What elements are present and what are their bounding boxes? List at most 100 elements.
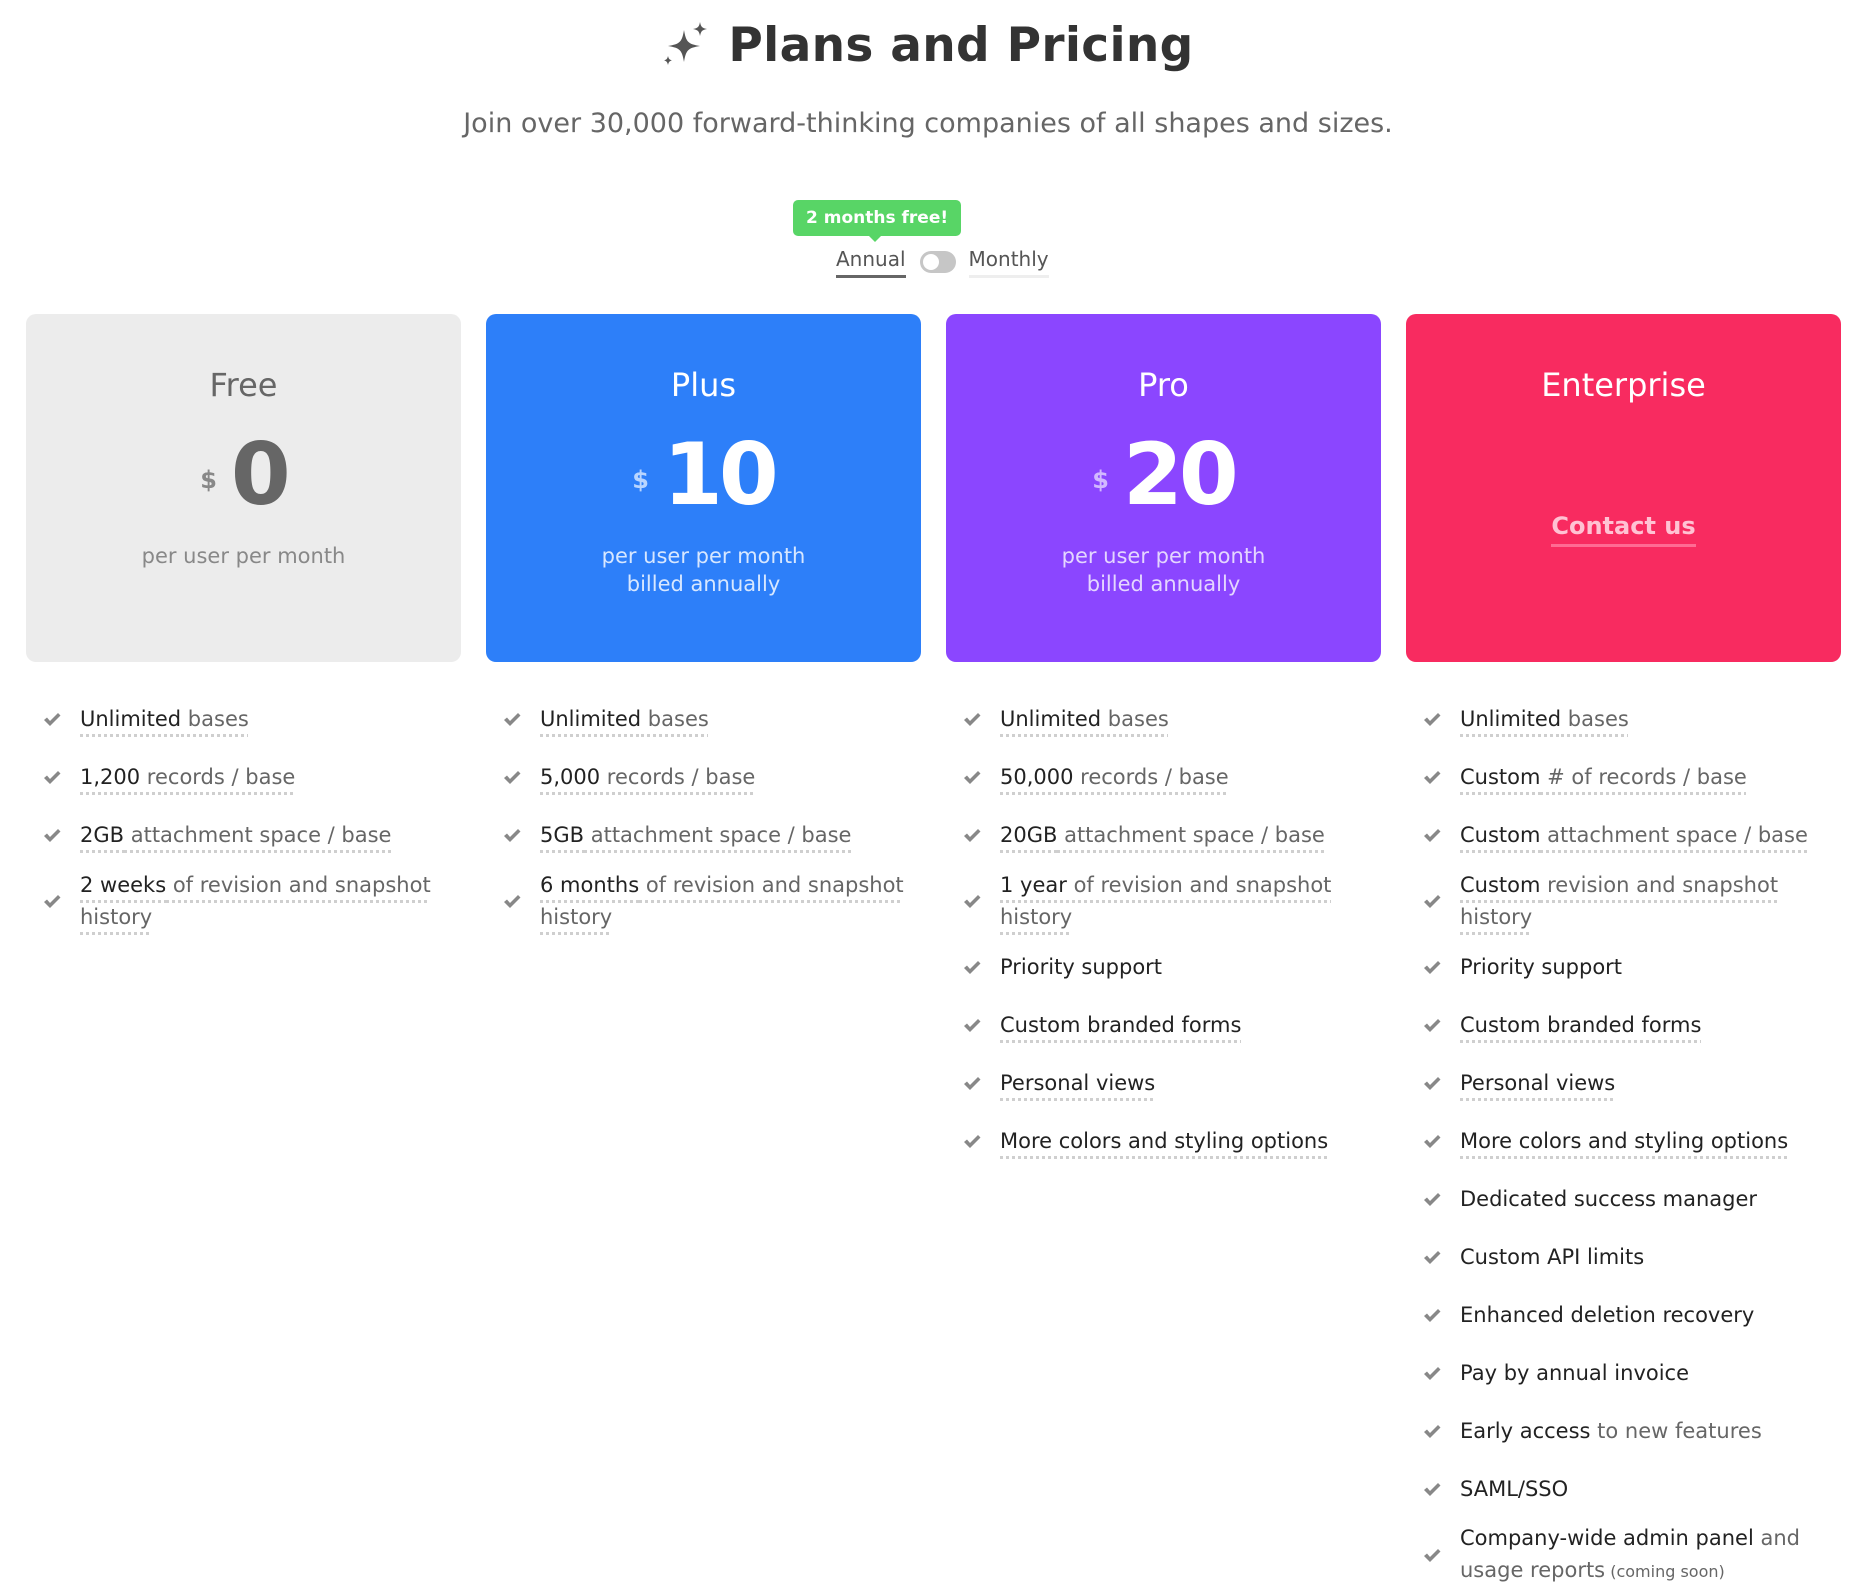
checkmark-icon bbox=[1422, 1073, 1442, 1093]
feature-detail: # of records / base bbox=[1540, 765, 1747, 789]
plan-card-plus: Plus $ 10 per user per month billed annu… bbox=[486, 314, 921, 662]
feature-text[interactable]: More colors and styling options bbox=[1460, 1125, 1788, 1157]
feature-highlight: Personal views bbox=[1460, 1071, 1616, 1095]
feature-item: 6 months of revision and snapshot histor… bbox=[486, 864, 921, 938]
checkmark-icon bbox=[502, 891, 522, 911]
feature-text[interactable]: 2GB attachment space / base bbox=[80, 819, 391, 851]
feature-detail: attachment space / base bbox=[584, 823, 852, 847]
checkmark-icon bbox=[502, 825, 522, 845]
feature-item: SAML/SSO bbox=[1406, 1460, 1841, 1518]
feature-highlight: Company-wide admin panel bbox=[1460, 1526, 1754, 1550]
feature-highlight: SAML/SSO bbox=[1460, 1477, 1569, 1501]
feature-highlight: Priority support bbox=[1460, 955, 1623, 979]
checkmark-icon bbox=[1422, 1421, 1442, 1441]
plan-card-free: Free $ 0 per user per month bbox=[26, 314, 461, 662]
checkmark-icon bbox=[1422, 1363, 1442, 1383]
plan-name: Pro bbox=[1138, 366, 1189, 404]
feature-detail: records / base bbox=[140, 765, 296, 789]
feature-item: 20GB attachment space / base bbox=[946, 806, 1381, 864]
feature-text[interactable]: 20GB attachment space / base bbox=[1000, 819, 1325, 851]
price-note-line: billed annually bbox=[1086, 572, 1241, 596]
feature-detail: bases bbox=[1101, 707, 1169, 731]
price: $ 10 bbox=[486, 432, 921, 518]
checkmark-icon bbox=[962, 891, 982, 911]
feature-item: Unlimited bases bbox=[946, 690, 1381, 748]
feature-text[interactable]: Unlimited bases bbox=[540, 703, 709, 735]
feature-highlight: Personal views bbox=[1000, 1071, 1156, 1095]
feature-text[interactable]: 2 weeks of revision and snapshot history bbox=[80, 869, 461, 933]
contact-wrapper: Contact us bbox=[1406, 512, 1841, 547]
checkmark-icon bbox=[1422, 767, 1442, 787]
feature-text: Priority support bbox=[1460, 951, 1622, 983]
feature-item: Priority support bbox=[1406, 938, 1841, 996]
feature-text[interactable]: 6 months of revision and snapshot histor… bbox=[540, 869, 921, 933]
feature-text[interactable]: Custom attachment space / base bbox=[1460, 819, 1808, 851]
feature-text[interactable]: Unlimited bases bbox=[80, 703, 249, 735]
feature-text[interactable]: Unlimited bases bbox=[1460, 703, 1629, 735]
feature-item: 1,200 records / base bbox=[26, 748, 461, 806]
feature-highlight: Custom bbox=[1460, 873, 1541, 897]
billing-period-toggle[interactable] bbox=[919, 251, 956, 273]
feature-highlight: 5,000 bbox=[540, 765, 601, 789]
feature-text[interactable]: 50,000 records / base bbox=[1000, 761, 1229, 793]
feature-text: Dedicated success manager bbox=[1460, 1183, 1757, 1215]
feature-text[interactable]: 1 year of revision and snapshot history bbox=[1000, 869, 1381, 933]
price: $ 0 bbox=[26, 432, 461, 518]
feature-text[interactable]: Custom branded forms bbox=[1460, 1009, 1701, 1041]
checkmark-icon bbox=[1422, 1131, 1442, 1151]
price-note-line: per user per month bbox=[601, 544, 806, 568]
checkmark-icon bbox=[42, 767, 62, 787]
feature-highlight: 6 months bbox=[540, 873, 640, 897]
checkmark-icon bbox=[962, 957, 982, 977]
feature-text[interactable]: Unlimited bases bbox=[1000, 703, 1169, 735]
feature-item: More colors and styling options bbox=[1406, 1112, 1841, 1170]
sparkles-icon bbox=[664, 22, 708, 65]
plan-name: Enterprise bbox=[1541, 366, 1706, 404]
feature-highlight: Priority support bbox=[1000, 955, 1163, 979]
feature-text[interactable]: Personal views bbox=[1460, 1067, 1615, 1099]
feature-item: Pay by annual invoice bbox=[1406, 1344, 1841, 1402]
checkmark-icon bbox=[502, 709, 522, 729]
feature-text[interactable]: Personal views bbox=[1000, 1067, 1155, 1099]
plan-card-pro: Pro $ 20 per user per month billed annua… bbox=[946, 314, 1381, 662]
feature-text[interactable]: 5GB attachment space / base bbox=[540, 819, 851, 851]
checkmark-icon bbox=[962, 767, 982, 787]
feature-text[interactable]: Custom branded forms bbox=[1000, 1009, 1241, 1041]
currency-symbol: $ bbox=[1092, 466, 1109, 494]
feature-list-enterprise: Unlimited bases Custom # of records / bas… bbox=[1406, 690, 1841, 1584]
feature-detail: bases bbox=[1561, 707, 1629, 731]
checkmark-icon bbox=[1422, 957, 1442, 977]
feature-highlight: Unlimited bbox=[80, 707, 182, 731]
feature-text: Priority support bbox=[1000, 951, 1162, 983]
feature-highlight: Unlimited bbox=[1460, 707, 1562, 731]
feature-item: Priority support bbox=[946, 938, 1381, 996]
feature-text[interactable]: Custom revision and snapshot history bbox=[1460, 869, 1841, 933]
feature-text[interactable]: Custom # of records / base bbox=[1460, 761, 1747, 793]
feature-text[interactable]: 1,200 records / base bbox=[80, 761, 295, 793]
feature-highlight: 50,000 bbox=[1000, 765, 1074, 789]
feature-item: Dedicated success manager bbox=[1406, 1170, 1841, 1228]
price-note-line: billed annually bbox=[626, 572, 781, 596]
page-subtitle: Join over 30,000 forward-thinking compan… bbox=[463, 108, 1393, 139]
price-note-line: per user per month bbox=[1061, 544, 1266, 568]
billing-annual-option[interactable]: Annual bbox=[836, 247, 906, 278]
title-row: Plans and Pricing bbox=[0, 14, 1856, 76]
feature-text[interactable]: More colors and styling options bbox=[1000, 1125, 1328, 1157]
billing-monthly-option[interactable]: Monthly bbox=[968, 247, 1049, 278]
discount-badge: 2 months free! bbox=[793, 200, 962, 242]
price-note: per user per month billed annually bbox=[946, 542, 1381, 598]
page-header: Plans and Pricing Join over 30,000 forwa… bbox=[0, 14, 1856, 140]
feature-item: Unlimited bases bbox=[486, 690, 921, 748]
feature-text: Custom API limits bbox=[1460, 1241, 1644, 1273]
page-title: Plans and Pricing bbox=[728, 17, 1194, 73]
feature-item: Personal views bbox=[1406, 1054, 1841, 1112]
contact-us-link[interactable]: Contact us bbox=[1551, 512, 1696, 547]
feature-item: Custom branded forms bbox=[1406, 996, 1841, 1054]
feature-highlight: Unlimited bbox=[540, 707, 642, 731]
feature-highlight: 5GB bbox=[540, 823, 585, 847]
checkmark-icon bbox=[502, 767, 522, 787]
feature-highlight: Enhanced deletion recovery bbox=[1460, 1303, 1755, 1327]
feature-text[interactable]: 5,000 records / base bbox=[540, 761, 755, 793]
feature-highlight: Custom API limits bbox=[1460, 1245, 1645, 1269]
feature-item: Personal views bbox=[946, 1054, 1381, 1112]
